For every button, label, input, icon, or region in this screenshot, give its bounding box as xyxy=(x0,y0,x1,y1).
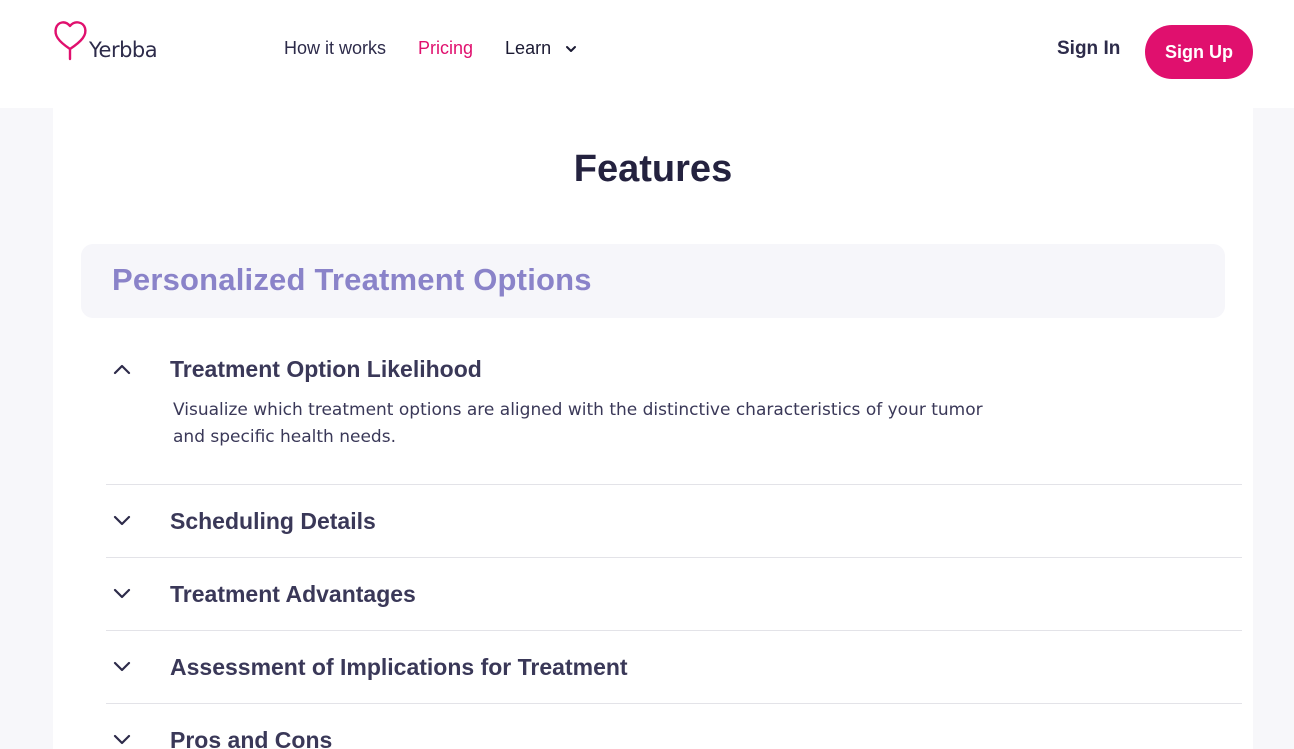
accordion-item: Assessment of Implications for Treatment xyxy=(106,630,1242,703)
accordion-item: Treatment Advantages xyxy=(106,557,1242,630)
accordion-item: Scheduling Details xyxy=(106,484,1242,557)
features-card: Features Personalized Treatment Options … xyxy=(53,108,1253,749)
heart-logo-icon xyxy=(54,21,87,61)
chevron-down-icon xyxy=(106,651,138,683)
accordion-header[interactable]: Scheduling Details xyxy=(106,485,1242,557)
accordion-header[interactable]: Treatment Advantages xyxy=(106,558,1242,630)
accordion-title: Assessment of Implications for Treatment xyxy=(170,653,628,680)
accordion-header[interactable]: Treatment Option Likelihood xyxy=(106,333,1242,405)
chevron-down-icon xyxy=(106,724,138,749)
accordion-item: Treatment Option Likelihood Visualize wh… xyxy=(106,333,1242,483)
yerbba-logo[interactable]: Yerbba xyxy=(52,19,158,62)
accordion-title: Treatment Advantages xyxy=(170,580,416,607)
accordion-title: Treatment Option Likelihood xyxy=(170,355,482,382)
nav-pricing[interactable]: Pricing xyxy=(418,38,473,59)
nav-learn-dropdown[interactable]: Learn xyxy=(505,38,577,59)
accordion-item: Pros and Cons xyxy=(106,703,1242,749)
site-header: Yerbba How it works Pricing Learn Sign I… xyxy=(0,0,1294,108)
section-header: Personalized Treatment Options xyxy=(81,244,1225,318)
chevron-down-icon xyxy=(106,578,138,610)
chevron-up-icon xyxy=(106,353,138,385)
accordion-title: Scheduling Details xyxy=(170,507,376,534)
nav-how-it-works[interactable]: How it works xyxy=(284,38,386,59)
page-title: Features xyxy=(573,148,733,190)
sign-in-link[interactable]: Sign In xyxy=(1057,38,1120,60)
logo-text: Yerbba xyxy=(89,38,158,62)
accordion-body: Visualize which treatment options are al… xyxy=(173,400,983,447)
accordion-header[interactable]: Pros and Cons xyxy=(106,704,1242,749)
sign-up-button[interactable]: Sign Up xyxy=(1145,25,1253,79)
accordion-header[interactable]: Assessment of Implications for Treatment xyxy=(106,631,1242,703)
main-nav: How it works Pricing Learn xyxy=(284,38,577,59)
chevron-down-icon xyxy=(565,40,577,58)
section-title: Personalized Treatment Options xyxy=(112,262,592,297)
nav-learn-label: Learn xyxy=(505,38,552,58)
chevron-down-icon xyxy=(106,505,138,537)
accordion-title: Pros and Cons xyxy=(170,726,333,749)
